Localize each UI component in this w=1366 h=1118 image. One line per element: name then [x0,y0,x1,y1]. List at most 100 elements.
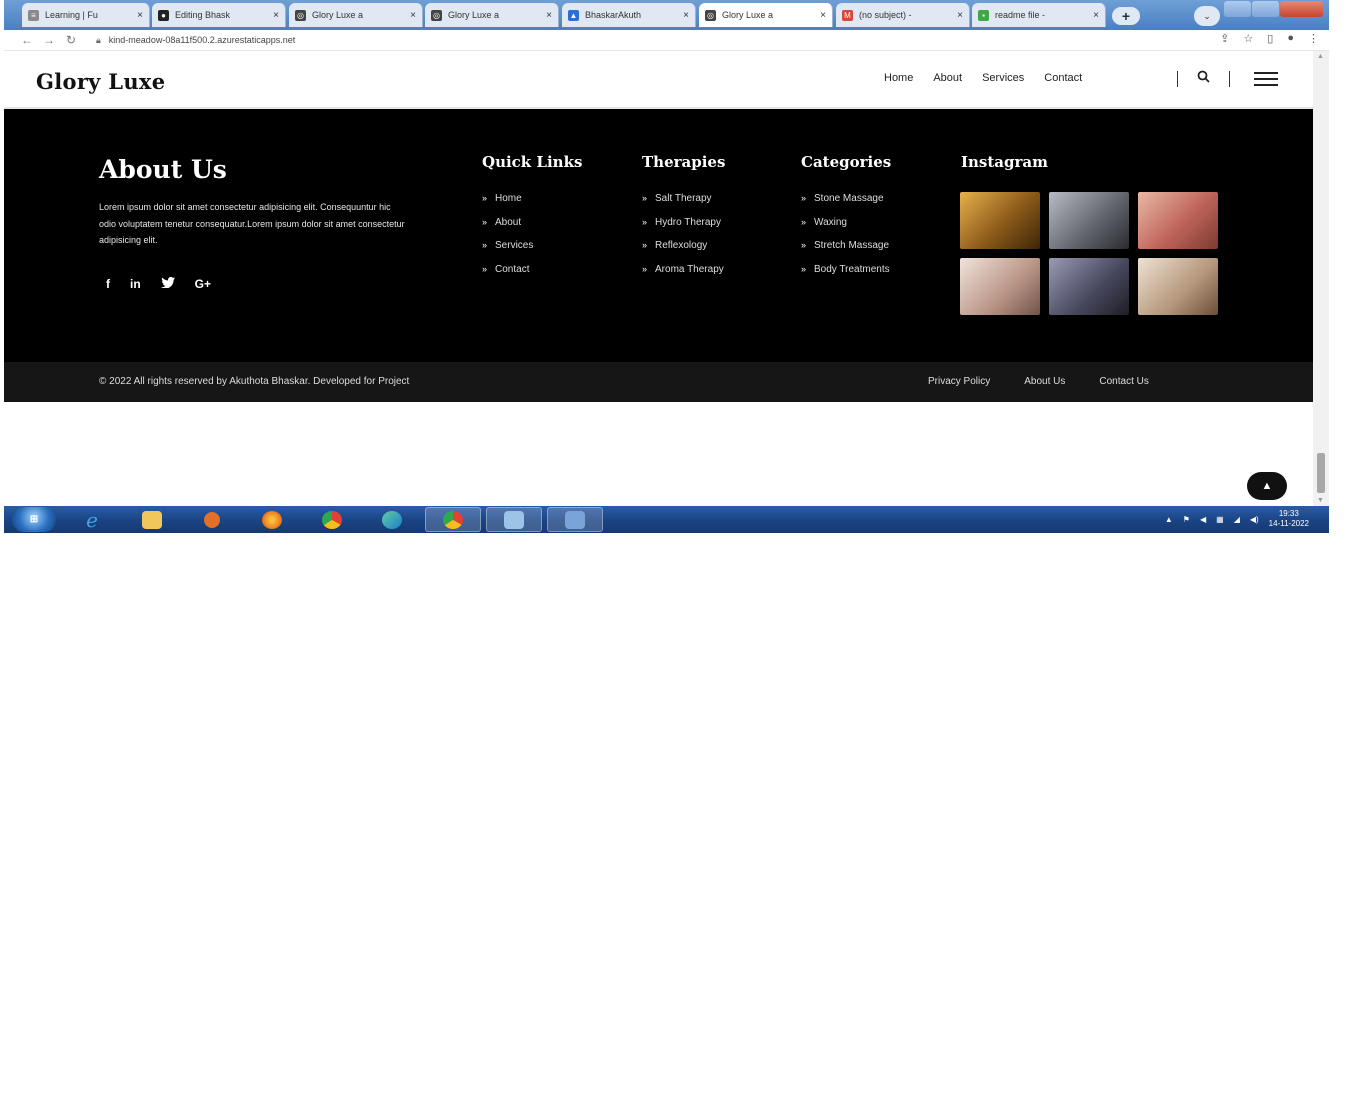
close-icon[interactable]: × [820,10,826,21]
files-icon[interactable] [486,507,542,532]
paint-icon[interactable] [547,507,603,532]
menu-kebab-icon[interactable]: ⋮ [1308,32,1319,45]
list-item[interactable]: » Waxing [801,217,890,241]
maximize-button[interactable] [1251,1,1279,17]
instagram-photo[interactable] [1049,258,1129,315]
browser-tab-strip: ≡ Learning | Fu × ● Editing Bhask × ◎ Gl… [4,0,1329,30]
twitter-icon[interactable] [160,277,175,291]
signal-icon[interactable]: ◢ [1234,515,1240,524]
share-icon[interactable]: ⇪ [1220,32,1229,45]
browser-tab[interactable]: ▪ readme file - × [972,3,1106,27]
tray-expand-icon[interactable]: ▲ [1165,515,1173,524]
nav-services[interactable]: Services [982,72,1024,84]
list-item[interactable]: » Stone Massage [801,193,890,217]
google-plus-icon[interactable]: G+ [195,277,211,291]
hamburger-menu-icon[interactable] [1254,72,1278,86]
profile-icon[interactable]: ● [1287,32,1294,45]
facebook-icon[interactable]: f [106,277,110,291]
list-item[interactable]: » Contact [482,264,533,288]
list-item[interactable]: » Reflexology [642,240,724,264]
firefox-icon[interactable] [244,507,300,532]
bookmark-star-icon[interactable]: ☆ [1243,32,1253,45]
browser-tab[interactable]: M (no subject) - × [836,3,970,27]
volume-icon[interactable]: ◀) [1250,515,1259,524]
browser-tab[interactable]: ◎ Glory Luxe a × [289,3,423,27]
lock-icon[interactable]: 🔒︎ [96,35,101,46]
edge-icon[interactable] [364,507,420,532]
list-item[interactable]: » Salt Therapy [642,193,724,217]
brand-logo[interactable]: Glory Luxe [36,69,165,94]
flag-icon[interactable]: ⚑ [1183,515,1190,524]
new-tab-button[interactable]: + [1112,7,1140,25]
minimize-button[interactable] [1224,1,1251,17]
instagram-photo[interactable] [960,258,1040,315]
therapies-title: Therapies [642,153,726,171]
clock[interactable]: 19:33 14-11-2022 [1269,509,1309,529]
browser-tab[interactable]: ◎ Glory Luxe a × [425,3,559,27]
network-icon[interactable]: ▦ [1216,515,1224,524]
globe-icon: ◎ [431,9,442,21]
url-field[interactable]: kind-meadow-08a11f500.2.azurestaticapps.… [109,35,295,45]
close-icon[interactable]: × [1093,10,1099,21]
close-window-button[interactable] [1279,1,1323,17]
start-button[interactable]: ⊞ [12,507,56,532]
forward-icon[interactable]: → [38,33,60,47]
close-icon[interactable]: × [273,10,279,21]
list-item[interactable]: » Aroma Therapy [642,264,724,288]
double-chevron-icon: » [801,216,807,227]
media-player-icon[interactable] [184,507,240,532]
linkedin-icon[interactable]: in [130,277,141,291]
contact-us-link[interactable]: Contact Us [1099,376,1148,387]
window-controls [1224,1,1324,17]
main-nav: Home About Services Contact [884,72,1082,84]
nav-about[interactable]: About [933,72,962,84]
double-chevron-icon: » [801,240,807,250]
chrome-active-icon[interactable] [425,507,481,532]
browser-tab[interactable]: ≡ Learning | Fu × [22,3,150,27]
privacy-policy-link[interactable]: Privacy Policy [928,376,990,387]
about-us-link[interactable]: About Us [1024,376,1065,387]
list-item[interactable]: » Hydro Therapy [642,217,724,241]
list-item[interactable]: » Home [482,193,533,217]
scroll-thumb[interactable] [1317,453,1325,493]
list-item[interactable]: » Body Treatments [801,264,890,288]
instagram-photo[interactable] [1049,192,1129,249]
divider [1177,71,1178,87]
scroll-up-icon[interactable]: ▲ [1317,53,1324,60]
nav-contact[interactable]: Contact [1044,72,1082,84]
nav-home[interactable]: Home [884,72,913,84]
list-item[interactable]: » Stretch Massage [801,240,890,264]
chrome-icon[interactable] [304,507,360,532]
scroll-to-top-button[interactable]: ▲ [1247,472,1287,500]
file-icon: ▪ [978,9,989,21]
close-icon[interactable]: × [546,10,552,21]
close-icon[interactable]: × [683,10,689,21]
list-item[interactable]: » Services [482,240,533,264]
browser-tab[interactable]: ▲ BhaskarAkuth × [562,3,696,27]
instagram-photo[interactable] [1138,258,1218,315]
search-icon[interactable] [1197,70,1210,86]
side-panel-icon[interactable]: ▯ [1267,32,1273,45]
instagram-photo[interactable] [1138,192,1218,249]
close-icon[interactable]: × [410,10,416,21]
ie-icon[interactable]: e [64,507,120,532]
double-chevron-icon: » [642,263,648,274]
browser-tab-active[interactable]: ◎ Glory Luxe a × [699,3,833,27]
page-scrollbar[interactable]: ▲ ▼ [1313,51,1329,506]
globe-icon: ◎ [705,9,716,21]
list-item[interactable]: » About [482,217,533,241]
reload-icon[interactable]: ↻ [60,33,82,47]
categories-title: Categories [801,153,892,171]
tab-search-icon[interactable]: ⌄ [1194,6,1220,26]
double-chevron-icon: » [482,240,488,250]
close-icon[interactable]: × [137,10,143,21]
scroll-down-icon[interactable]: ▼ [1317,497,1324,504]
speaker-muted-icon[interactable]: ◀ [1200,515,1206,524]
close-icon[interactable]: × [957,10,963,21]
instagram-photo[interactable] [960,192,1040,249]
double-chevron-icon: » [642,193,648,203]
explorer-icon[interactable] [124,507,180,532]
back-icon[interactable]: ← [16,33,38,47]
browser-tab[interactable]: ● Editing Bhask × [152,3,286,27]
address-bar: ← → ↻ 🔒︎ kind-meadow-08a11f500.2.azurest… [4,30,1329,51]
